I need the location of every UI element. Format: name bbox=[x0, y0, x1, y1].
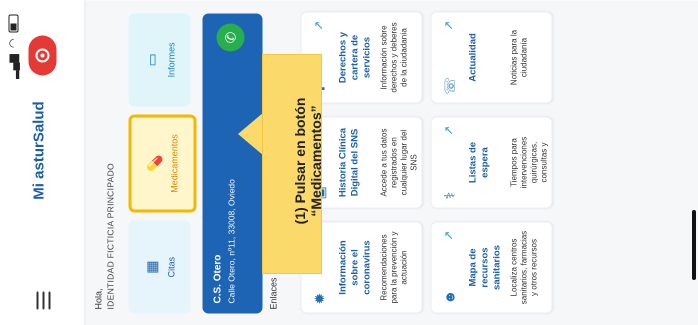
virus-icon: ✹ bbox=[311, 292, 327, 304]
record-button[interactable] bbox=[28, 35, 56, 75]
wifi-icon: ◠ bbox=[7, 38, 19, 48]
card-actualidad[interactable]: ☏ ↗ Actualidad Noticias para la ciudadan… bbox=[430, 11, 552, 103]
stretcher-icon: ⚕ bbox=[441, 191, 457, 199]
citas-button[interactable]: ▦ Citas bbox=[128, 220, 190, 313]
card-description: Noticias para la ciudadanía bbox=[509, 29, 528, 85]
signal-icon: ▂▄▆ bbox=[7, 53, 19, 79]
card-description: Información sobre derechos y deberes de … bbox=[379, 21, 408, 93]
citas-label: Citas bbox=[165, 256, 176, 277]
card-title: Información sobre el coronavirus bbox=[337, 239, 372, 295]
external-link-icon: ↗ bbox=[311, 20, 325, 31]
medicamentos-button[interactable]: 💊 Medicamentos bbox=[128, 113, 196, 213]
calendar-icon: ▦ bbox=[142, 260, 159, 274]
instruction-line-1: (1) Pulsar en botón bbox=[292, 97, 308, 225]
scrollbar-thumb[interactable] bbox=[692, 210, 696, 280]
scrollbar[interactable] bbox=[690, 0, 698, 325]
card-description: Tiempos para intervenciones quirúrgicas,… bbox=[509, 136, 548, 188]
card-description: Recomendaciones para la prevención y act… bbox=[379, 230, 408, 304]
card-title: Historia Clínica Digital del SNS bbox=[337, 127, 360, 197]
external-link-icon: ↗ bbox=[441, 230, 455, 241]
record-icon bbox=[35, 48, 49, 62]
external-link-icon: ↗ bbox=[441, 125, 455, 136]
card-title: Actualidad bbox=[467, 32, 478, 82]
menu-icon[interactable] bbox=[36, 291, 50, 309]
card-description: Accede a tus datos registrados en cualqu… bbox=[379, 127, 418, 197]
greeting: Hola, IDENTIDAD FICTICIA PRINCIPADO bbox=[92, 163, 116, 309]
center-address: Calle Otero, nº11, 33008, Oviedo bbox=[226, 178, 236, 303]
card-title: Mapa de recursos sanitarios bbox=[467, 244, 502, 290]
people-icon: ☻ bbox=[441, 289, 457, 304]
card-title: Derechos y cartera de servicios bbox=[337, 31, 372, 83]
informes-button[interactable]: ▭ Informes bbox=[128, 12, 190, 106]
callout-pointer bbox=[238, 112, 264, 156]
app-title: Mi asturSalud bbox=[30, 100, 47, 200]
greeting-text: Hola, bbox=[93, 287, 103, 309]
health-center-card[interactable]: C.S. Otero Calle Otero, nº11, 33008, Ovi… bbox=[202, 13, 262, 313]
external-link-icon: ↗ bbox=[441, 20, 455, 31]
card-description: Localiza centros sanitarios, farmacias y… bbox=[509, 230, 538, 304]
status-bar: ▂▄▆ ◠ bbox=[6, 14, 19, 78]
user-identity: IDENTIDAD FICTICIA PRINCIPADO bbox=[105, 162, 115, 309]
screen: ▂▄▆ ◠ Mi asturSalud Hola, IDENTIDAD FICT… bbox=[0, 0, 698, 325]
card-listas-espera[interactable]: ⚕ ↗ Listas de espera Tiempos para interv… bbox=[430, 116, 552, 208]
top-bar: ▂▄▆ ◠ Mi asturSalud bbox=[0, 0, 85, 325]
medicamentos-label: Medicamentos bbox=[168, 133, 179, 193]
quick-actions: ▦ Citas 💊 Medicamentos ▭ Informes bbox=[128, 12, 196, 313]
card-title: Listas de espera bbox=[467, 141, 490, 183]
center-name: C.S. Otero bbox=[212, 254, 223, 303]
pill-icon: 💊 bbox=[145, 154, 162, 172]
informes-label: Informes bbox=[165, 41, 176, 77]
instruction-text: (1) Pulsar en botón “Medicamentos” bbox=[279, 71, 337, 251]
card-mapa-recursos[interactable]: ☻ ↗ Mapa de recursos sanitarios Localiza… bbox=[430, 221, 552, 313]
battery-icon bbox=[7, 14, 18, 32]
megaphone-icon: ☏ bbox=[441, 76, 457, 94]
phone-icon: ✆ bbox=[221, 31, 238, 43]
links-title: Enlaces bbox=[268, 276, 278, 309]
instruction-line-2: “Medicamentos” bbox=[308, 105, 324, 217]
document-icon: ▭ bbox=[142, 52, 159, 66]
phone-screen: ▂▄▆ ◠ Mi asturSalud Hola, IDENTIDAD FICT… bbox=[0, 0, 698, 325]
call-button[interactable]: ✆ bbox=[216, 23, 244, 51]
